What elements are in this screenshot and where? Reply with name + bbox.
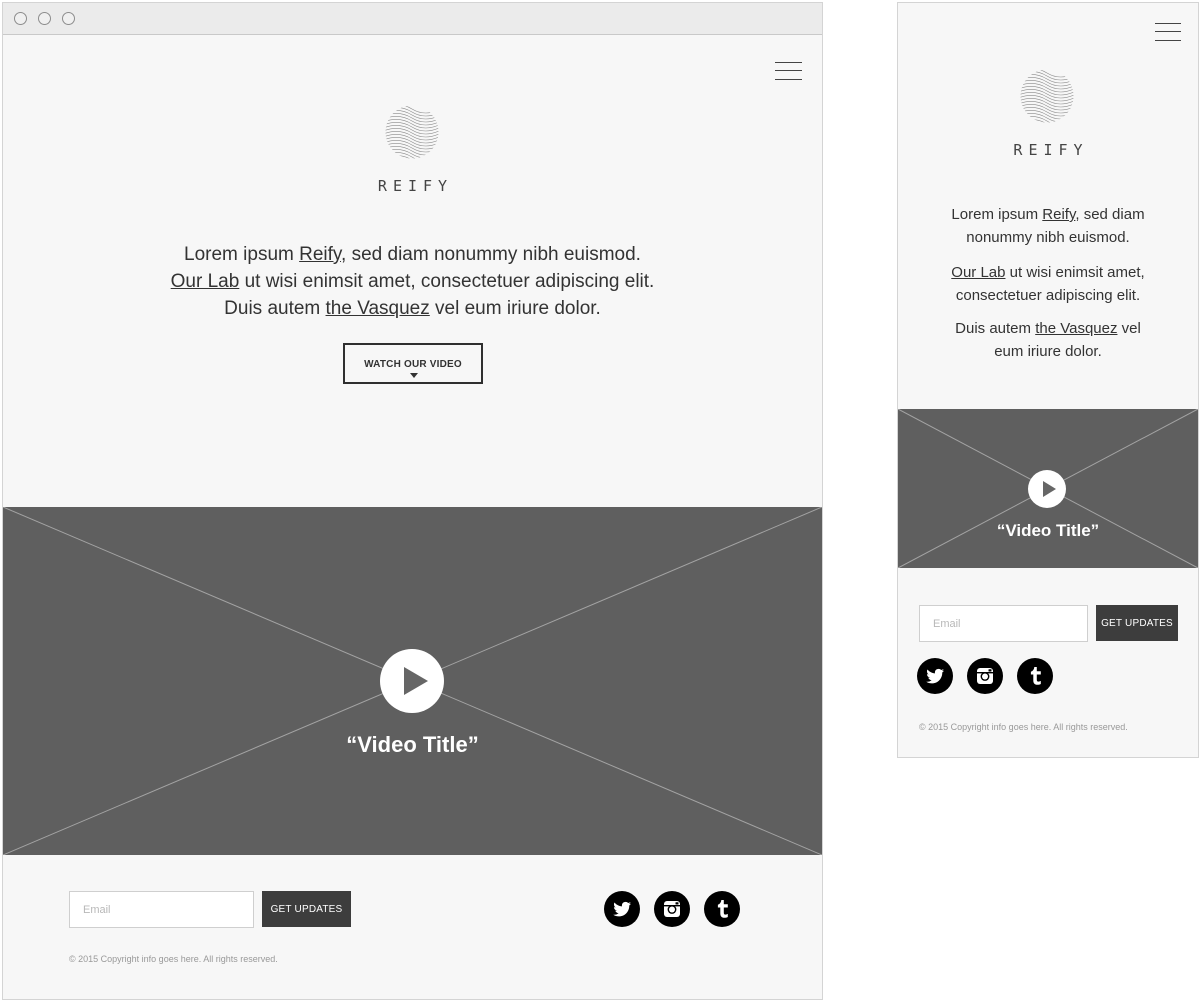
play-button[interactable]	[380, 649, 444, 713]
video-placeholder[interactable]: “Video Title”	[898, 409, 1198, 568]
instagram-icon[interactable]	[654, 891, 690, 927]
intro-line-1: Lorem ipsum Reify, sed diam nonummy nibh…	[3, 241, 822, 268]
brand-wordmark: REIFY	[1013, 141, 1089, 159]
intro-paragraph-3: Duis autem the Vasquez vel eum iriure do…	[898, 318, 1198, 363]
video-placeholder[interactable]: “Video Title”	[3, 507, 822, 855]
intro-paragraph-1: Lorem ipsum Reify, sed diam nonummy nibh…	[898, 204, 1198, 249]
play-button[interactable]	[1028, 470, 1066, 508]
our-lab-link[interactable]: Our Lab	[951, 264, 1005, 281]
play-icon	[1043, 481, 1056, 497]
video-title: “Video Title”	[346, 732, 479, 757]
copyright-text: © 2015 Copyright info goes here. All rig…	[69, 954, 278, 964]
window-close-button[interactable]	[14, 12, 27, 25]
intro-line-2: Our Lab ut wisi enimsit amet, consectetu…	[3, 268, 822, 295]
twitter-glyph	[613, 901, 632, 917]
tumblr-glyph	[717, 900, 728, 918]
intro-paragraph-2: Our Lab ut wisi enimsit amet, consectetu…	[898, 262, 1198, 307]
mobile-frame: REIFY Lorem ipsum Reify, sed diam nonumm…	[897, 2, 1199, 758]
intro-text-segment: Duis autem	[955, 320, 1036, 337]
intro-text-segment: Duis autem	[224, 298, 326, 319]
tumblr-glyph	[1030, 667, 1041, 685]
intro-line-3: Duis autem the Vasquez vel eum iriure do…	[3, 295, 822, 322]
video-title: “Video Title”	[996, 521, 1100, 540]
twitter-icon[interactable]	[604, 891, 640, 927]
twitter-glyph	[926, 668, 945, 684]
get-updates-button[interactable]: GET UPDATES	[262, 891, 351, 927]
brand-wordmark: REIFY	[377, 177, 454, 195]
intro-text-segment: ut wisi enimsit amet, consectetuer adipi…	[239, 271, 655, 292]
window-minimize-button[interactable]	[38, 12, 51, 25]
the-vasquez-link[interactable]: the Vasquez	[1035, 320, 1117, 337]
intro-paragraph-3-text: Duis autem the Vasquez vel eum iriure do…	[898, 318, 1198, 363]
intro-text: Lorem ipsum Reify, sed diam nonummy nibh…	[3, 241, 822, 322]
reify-link[interactable]: Reify	[1042, 206, 1075, 223]
watch-our-video-button[interactable]: WATCH OUR VIDEO	[343, 343, 483, 384]
instagram-icon[interactable]	[967, 658, 1003, 694]
watch-our-video-label: WATCH OUR VIDEO	[364, 359, 462, 370]
window-titlebar	[3, 3, 822, 35]
the-vasquez-link[interactable]: the Vasquez	[326, 298, 430, 319]
instagram-glyph	[977, 668, 993, 684]
our-lab-link[interactable]: Our Lab	[171, 271, 240, 292]
email-input[interactable]	[69, 891, 254, 928]
tumblr-icon[interactable]	[704, 891, 740, 927]
tumblr-icon[interactable]	[1017, 658, 1053, 694]
reify-link[interactable]: Reify	[299, 244, 341, 265]
window-maximize-button[interactable]	[62, 12, 75, 25]
get-updates-button[interactable]: GET UPDATES	[1096, 605, 1178, 641]
copyright-text: © 2015 Copyright info goes here. All rig…	[919, 722, 1128, 732]
intro-text-segment: , sed diam nonummy nibh euismod.	[341, 244, 641, 265]
desktop-browser-window: REIFY Lorem ipsum Reify, sed diam nonumm…	[2, 2, 823, 1000]
intro-text-segment: Lorem ipsum	[951, 206, 1043, 223]
twitter-icon[interactable]	[917, 658, 953, 694]
intro-text-segment: Lorem ipsum	[184, 244, 300, 265]
hamburger-icon[interactable]	[1155, 23, 1181, 41]
wave-sphere-logo-icon	[1020, 69, 1074, 123]
hamburger-icon[interactable]	[775, 62, 802, 80]
instagram-glyph	[664, 901, 680, 917]
intro-paragraph-1-text: Lorem ipsum Reify, sed diam nonummy nibh…	[898, 204, 1198, 249]
caret-down-icon	[410, 373, 418, 378]
email-input[interactable]	[919, 605, 1088, 642]
intro-paragraph-2-text: Our Lab ut wisi enimsit amet, consectetu…	[898, 262, 1198, 307]
intro-text-segment: vel eum iriure dolor.	[429, 298, 601, 319]
wave-sphere-logo-icon	[385, 105, 439, 159]
play-icon	[404, 667, 428, 695]
